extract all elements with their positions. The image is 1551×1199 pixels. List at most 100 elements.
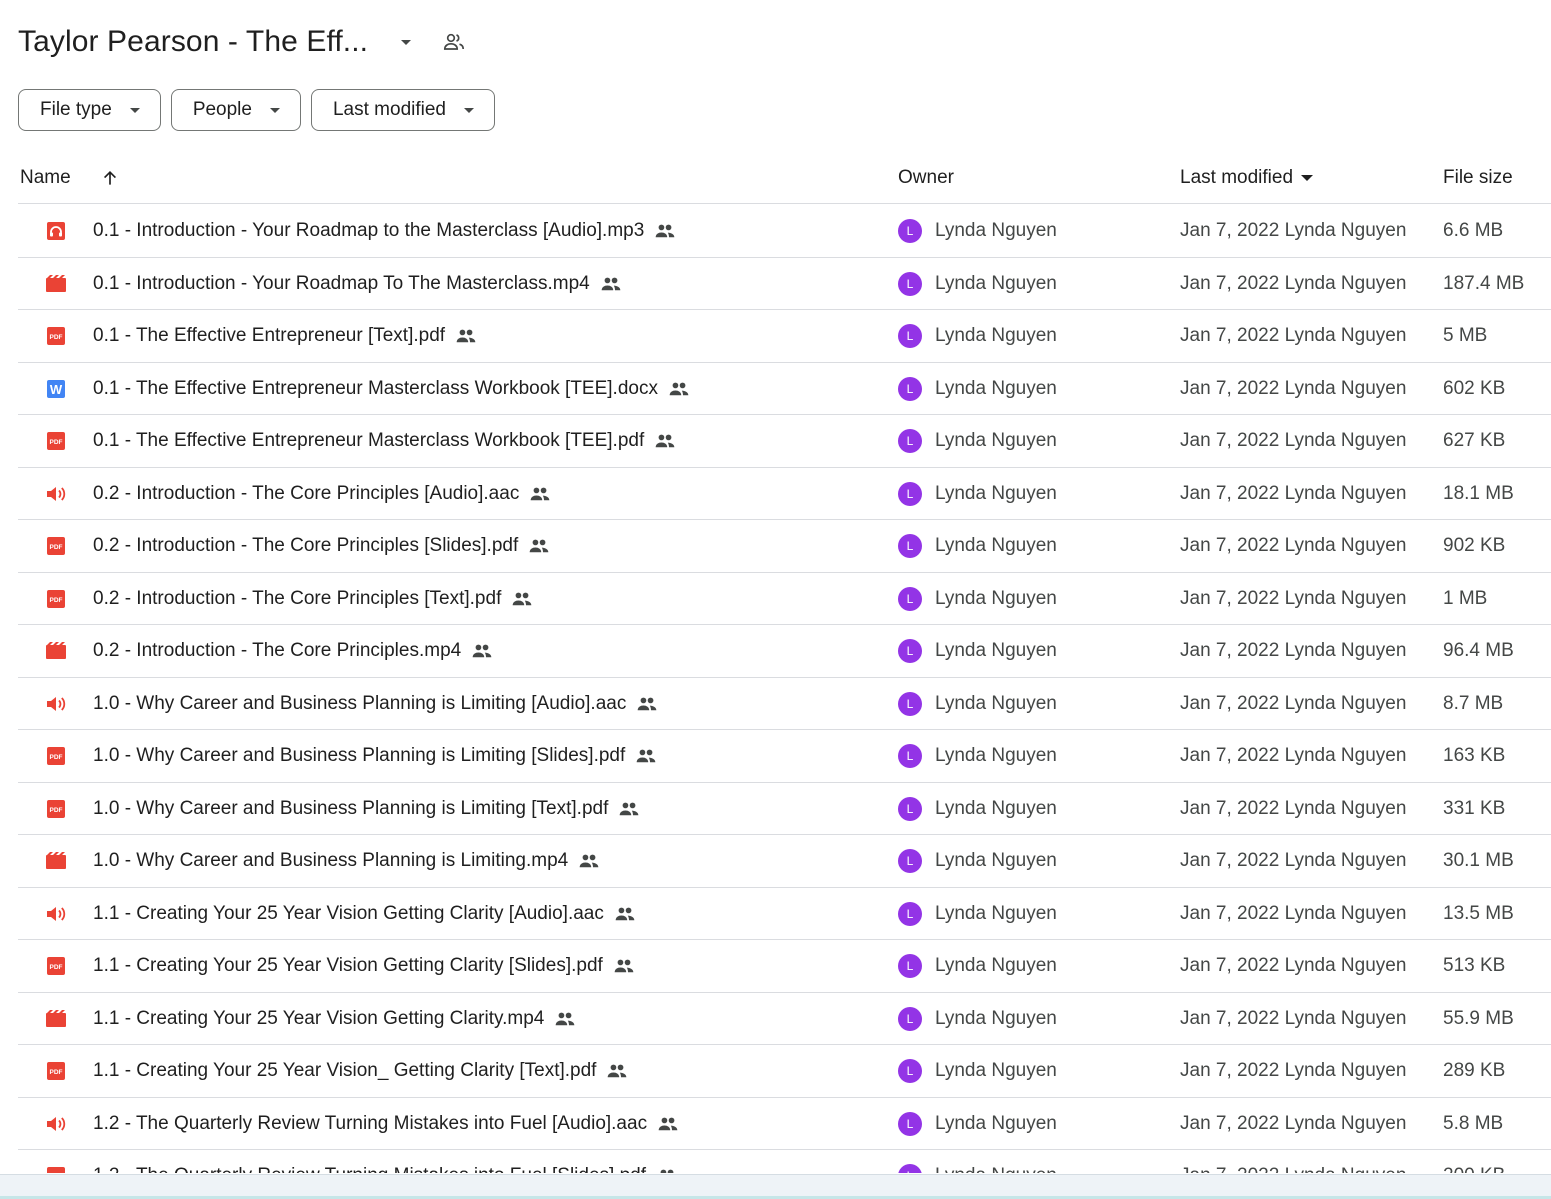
file-name: 1.1 - Creating Your 25 Year Vision Getti… [93, 902, 604, 924]
file-row[interactable]: 1.1 - Creating Your 25 Year Vision Getti… [18, 993, 1551, 1045]
shared-icon [668, 381, 690, 397]
file-size-column-header[interactable]: File size [1443, 152, 1513, 204]
file-size-cell: 55.9 MB [1443, 1007, 1514, 1029]
file-row[interactable]: 1.0 - Why Career and Business Planning i… [18, 835, 1551, 888]
owner-name: Lynda Nguyen [935, 535, 1057, 556]
file-row[interactable]: PDF 0.1 - The Effective Entrepreneur [Te… [18, 310, 1551, 363]
file-name: 1.1 - Creating Your 25 Year Vision Getti… [93, 1007, 545, 1029]
last-modified-cell: Jan 7, 2022 Lynda Nguyen [1180, 692, 1407, 714]
shared-icon [618, 801, 640, 817]
owner-cell: L Lynda Nguyen [898, 468, 1057, 520]
file-name-cell: 1.1 - Creating Your 25 Year Vision_ Gett… [93, 1045, 628, 1097]
file-row[interactable]: 0.2 - Introduction - The Core Principles… [18, 468, 1551, 520]
chip-label: File type [40, 99, 112, 120]
last-modified-cell: Jan 7, 2022 Lynda Nguyen [1180, 1112, 1407, 1134]
file-row[interactable]: PDF 0.2 - Introduction - The Core Princi… [18, 573, 1551, 625]
last-modified-cell: Jan 7, 2022 Lynda Nguyen [1180, 902, 1407, 924]
file-name: 1.0 - Why Career and Business Planning i… [93, 745, 626, 766]
file-row[interactable]: 1.2 - The Quarterly Review Turning Mista… [18, 1098, 1551, 1150]
owner-name: Lynda Nguyen [935, 955, 1057, 976]
last-modified-cell: Jan 7, 2022 Lynda Nguyen [1180, 1007, 1407, 1029]
last-modified-cell: Jan 7, 2022 Lynda Nguyen [1180, 745, 1407, 766]
file-row[interactable]: PDF 1.0 - Why Career and Business Planni… [18, 730, 1551, 783]
avatar: L [898, 954, 922, 978]
owner-name: Lynda Nguyen [935, 745, 1057, 766]
audio-speaker-file-icon [45, 888, 67, 940]
file-name: 1.0 - Why Career and Business Planning i… [93, 692, 627, 714]
file-name-cell: 1.0 - Why Career and Business Planning i… [93, 783, 640, 835]
arrow-drop-down-icon[interactable] [394, 30, 418, 54]
audio-headphones-file-icon [45, 205, 67, 257]
owner-cell: L Lynda Nguyen [898, 1150, 1057, 1173]
shared-icon [554, 1011, 576, 1027]
file-name: 1.2 - The Quarterly Review Turning Mista… [93, 1165, 646, 1173]
shared-icon [654, 223, 676, 239]
shared-icon [528, 538, 550, 554]
file-row[interactable]: PDF 0.2 - Introduction - The Core Princi… [18, 520, 1551, 573]
file-row[interactable]: PDF 1.1 - Creating Your 25 Year Vision_ … [18, 1045, 1551, 1098]
owner-name: Lynda Nguyen [935, 1007, 1057, 1029]
last-modified-filter-chip[interactable]: Last modified [310, 89, 495, 131]
avatar: L [898, 534, 922, 558]
sort-ascending-arrow-icon[interactable] [98, 152, 122, 204]
file-name-cell: 0.1 - The Effective Entrepreneur Masterc… [93, 415, 676, 467]
avatar: L [898, 691, 922, 716]
people-filter-chip[interactable]: People [170, 89, 301, 131]
avatar: L [898, 796, 922, 821]
avatar: L [898, 1006, 922, 1031]
file-row[interactable]: W 0.1 - The Effective Entrepreneur Maste… [18, 363, 1551, 415]
svg-text:PDF: PDF [50, 964, 63, 971]
svg-text:PDF: PDF [50, 597, 63, 604]
file-name-cell: 1.2 - The Quarterly Review Turning Mista… [93, 1150, 678, 1173]
file-name-cell: 1.0 - Why Career and Business Planning i… [93, 678, 658, 730]
file-row[interactable]: PDF 0.1 - The Effective Entrepreneur Mas… [18, 415, 1551, 468]
shared-icon [657, 1116, 679, 1132]
file-size-cell: 163 KB [1443, 745, 1506, 766]
last-modified-cell: Jan 7, 2022 Lynda Nguyen [1180, 482, 1407, 504]
owner-name: Lynda Nguyen [935, 1060, 1057, 1081]
file-row[interactable]: 1.1 - Creating Your 25 Year Vision Getti… [18, 888, 1551, 940]
file-name-cell: 0.1 - The Effective Entrepreneur Masterc… [93, 363, 690, 415]
last-modified-cell: Jan 7, 2022 Lynda Nguyen [1180, 797, 1407, 819]
file-row[interactable]: PDF 1.0 - Why Career and Business Planni… [18, 783, 1551, 835]
file-row[interactable]: PDF 1.2 - The Quarterly Review Turning M… [18, 1150, 1551, 1173]
last-modified-cell: Jan 7, 2022 Lynda Nguyen [1180, 1060, 1407, 1081]
file-row[interactable]: 0.2 - Introduction - The Core Principles… [18, 625, 1551, 678]
owner-cell: L Lynda Nguyen [898, 993, 1057, 1045]
pdf-file-icon: PDF [45, 730, 67, 782]
file-name: 0.2 - Introduction - The Core Principles… [93, 640, 462, 661]
svg-text:PDF: PDF [50, 754, 63, 761]
name-column-header[interactable]: Name [20, 152, 71, 204]
file-name: 0.1 - The Effective Entrepreneur Masterc… [93, 430, 645, 451]
file-name: 0.1 - The Effective Entrepreneur [Text].… [93, 325, 446, 346]
file-name: 0.1 - The Effective Entrepreneur Masterc… [93, 377, 658, 399]
owner-cell: L Lynda Nguyen [898, 1098, 1057, 1150]
file-row[interactable]: 0.1 - Introduction - Your Roadmap to the… [18, 205, 1551, 258]
file-name: 0.2 - Introduction - The Core Principles… [93, 587, 502, 609]
pdf-file-icon: PDF [45, 940, 67, 992]
file-row[interactable]: 0.1 - Introduction - Your Roadmap To The… [18, 258, 1551, 310]
file-row[interactable]: 1.0 - Why Career and Business Planning i… [18, 678, 1551, 730]
file-size-cell: 30.1 MB [1443, 850, 1514, 871]
file-name: 1.1 - Creating Your 25 Year Vision_ Gett… [93, 1060, 597, 1081]
file-type-filter-chip[interactable]: File type [18, 89, 161, 131]
file-size-cell: 1 MB [1443, 587, 1488, 609]
pdf-file-icon: PDF [45, 415, 67, 467]
owner-name: Lynda Nguyen [935, 797, 1057, 819]
owner-column-header[interactable]: Owner [898, 152, 954, 204]
owner-cell: L Lynda Nguyen [898, 415, 1057, 467]
file-row[interactable]: PDF 1.1 - Creating Your 25 Year Vision G… [18, 940, 1551, 993]
shared-people-icon[interactable] [440, 28, 468, 56]
file-name-cell: 0.2 - Introduction - The Core Principles… [93, 625, 493, 677]
last-modified-cell: Jan 7, 2022 Lynda Nguyen [1180, 955, 1407, 976]
owner-cell: L Lynda Nguyen [898, 258, 1057, 310]
last-modified-column-header[interactable]: Last modified [1180, 152, 1314, 204]
folder-title[interactable]: Taylor Pearson - The Eff... [18, 25, 368, 59]
last-modified-cell: Jan 7, 2022 Lynda Nguyen [1180, 325, 1407, 346]
owner-cell: L Lynda Nguyen [898, 1045, 1057, 1097]
owner-name: Lynda Nguyen [935, 902, 1057, 924]
owner-cell: L Lynda Nguyen [898, 783, 1057, 835]
owner-name: Lynda Nguyen [935, 587, 1057, 609]
file-name-cell: 1.0 - Why Career and Business Planning i… [93, 730, 657, 782]
file-name: 1.1 - Creating Your 25 Year Vision Getti… [93, 955, 603, 976]
